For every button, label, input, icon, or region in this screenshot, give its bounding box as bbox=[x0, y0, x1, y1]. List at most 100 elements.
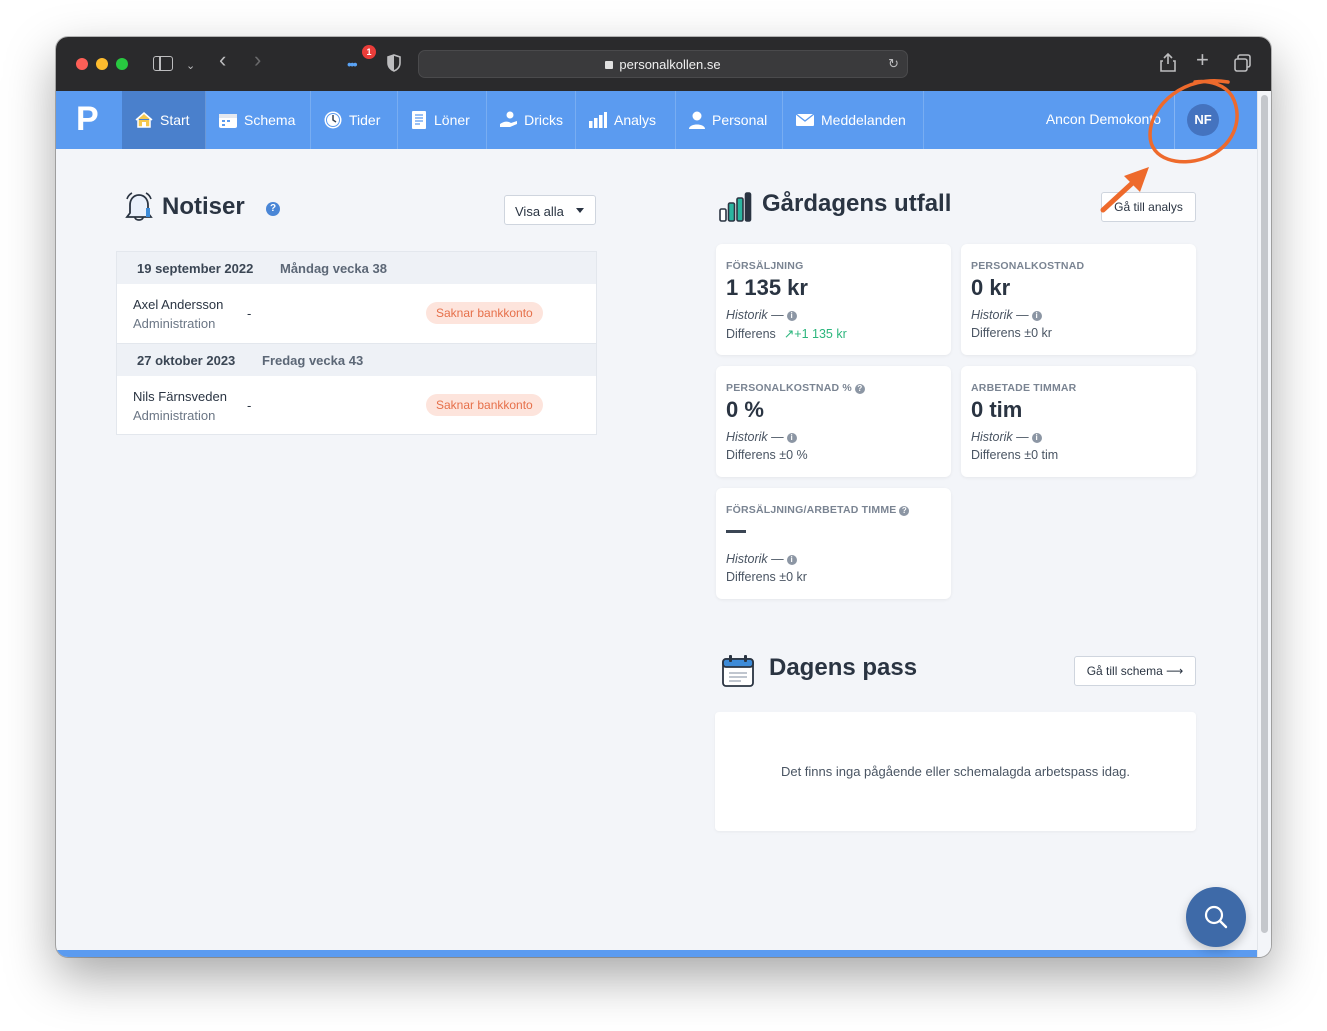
info-icon[interactable]: i bbox=[786, 555, 797, 565]
stat-card-sales: FÖRSÄLJNING 1 135 kr Historik — i Differe… bbox=[716, 244, 951, 355]
go-to-analysis-button[interactable]: Gå till analys bbox=[1101, 192, 1196, 222]
url-text: personalkollen.se bbox=[619, 57, 721, 72]
user-avatar[interactable]: NF bbox=[1187, 104, 1219, 136]
notis-person-name[interactable]: Axel Andersson bbox=[133, 297, 223, 312]
stat-history: Historik — i bbox=[971, 308, 1042, 322]
share-icon[interactable] bbox=[1160, 52, 1176, 72]
nav-label-schema: Schema bbox=[244, 112, 296, 128]
stat-history-label: Historik — bbox=[971, 308, 1029, 322]
help-icon[interactable]: ? bbox=[266, 202, 280, 216]
bar-chart-icon bbox=[589, 112, 607, 128]
help-icon[interactable]: ? bbox=[899, 506, 910, 516]
notis-week: Fredag vecka 43 bbox=[262, 353, 364, 368]
browser-toolbar: ⌄ ‹ › ••• 1 personalkollen.se ↻ + bbox=[56, 37, 1271, 91]
notis-date: 19 september 2022 bbox=[137, 261, 254, 276]
nav-divider bbox=[1174, 91, 1175, 149]
search-fab-button[interactable] bbox=[1186, 887, 1246, 947]
notiser-filter-value: Visa alla bbox=[515, 204, 564, 219]
bar-chart-icon bbox=[719, 192, 752, 222]
nav-label-loner: Löner bbox=[434, 112, 470, 128]
calendar-icon bbox=[219, 114, 237, 128]
notiser-list: 19 september 2022 Måndag vecka 38 Axel A… bbox=[116, 251, 597, 435]
notis-row[interactable]: Axel Andersson Administration - Saknar b… bbox=[117, 284, 596, 344]
extension-badge: 1 bbox=[362, 45, 376, 59]
stat-label: ARBETADE TIMMAR bbox=[971, 382, 1077, 394]
nav-item-meddelanden[interactable]: Meddelanden bbox=[783, 91, 924, 149]
app-navbar: P Start Schema Tider Löner Dricks Analys… bbox=[56, 91, 1257, 149]
zoom-window-button[interactable] bbox=[116, 58, 128, 70]
info-icon[interactable]: i bbox=[786, 311, 797, 321]
minimize-window-button[interactable] bbox=[96, 58, 108, 70]
stat-history-label: Historik — bbox=[726, 308, 784, 322]
back-icon[interactable]: ‹ bbox=[219, 49, 226, 71]
stat-history: Historik — i bbox=[726, 430, 797, 444]
company-name[interactable]: Ancon Demokonto bbox=[1046, 111, 1161, 127]
nav-item-loner[interactable]: Löner bbox=[398, 91, 487, 149]
stat-history: Historik — i bbox=[726, 308, 797, 322]
page-scrollbar[interactable] bbox=[1257, 91, 1271, 957]
notis-dash: - bbox=[247, 398, 252, 413]
reload-icon[interactable]: ↻ bbox=[888, 56, 899, 72]
notis-date: 27 oktober 2023 bbox=[137, 353, 236, 368]
stat-label: FÖRSÄLJNING bbox=[726, 260, 804, 272]
stat-label-text: PERSONALKOSTNAD % bbox=[726, 382, 852, 394]
nav-item-tider[interactable]: Tider bbox=[311, 91, 398, 149]
stat-value: 1 135 kr bbox=[726, 275, 808, 300]
stat-history: Historik — i bbox=[971, 430, 1042, 444]
nav-label-tider: Tider bbox=[349, 112, 381, 128]
notis-date-header: 27 oktober 2023 Fredag vecka 43 bbox=[117, 344, 596, 376]
shifts-card: Det finns inga pågående eller schemalagd… bbox=[715, 712, 1196, 831]
nav-item-personal[interactable]: Personal bbox=[676, 91, 783, 149]
stat-diff: Differens ±0 tim bbox=[971, 448, 1059, 462]
notis-date-header: 19 september 2022 Måndag vecka 38 bbox=[117, 252, 596, 284]
forward-icon[interactable]: › bbox=[254, 49, 261, 71]
notis-week: Måndag vecka 38 bbox=[280, 261, 387, 276]
notis-person-name[interactable]: Nils Färnsveden bbox=[133, 389, 227, 404]
password-extension-icon[interactable]: ••• bbox=[347, 54, 358, 74]
envelope-icon bbox=[795, 113, 815, 126]
notis-row[interactable]: Nils Färnsveden Administration - Saknar … bbox=[117, 376, 596, 436]
document-icon bbox=[412, 111, 426, 129]
info-icon[interactable]: i bbox=[1031, 311, 1042, 321]
clock-icon bbox=[324, 111, 342, 129]
nav-item-start[interactable]: Start bbox=[122, 91, 206, 149]
stat-card-staff-cost: PERSONALKOSTNAD 0 kr Historik — i Differe… bbox=[961, 244, 1196, 355]
close-window-button[interactable] bbox=[76, 58, 88, 70]
nav-label-personal: Personal bbox=[712, 112, 768, 128]
stat-diff: Differens ↗+1 135 kr bbox=[726, 326, 847, 341]
stat-card-staff-cost-percent: PERSONALKOSTNAD %? 0 % Historik — i Diffe… bbox=[716, 366, 951, 477]
stat-card-worked-hours: ARBETADE TIMMAR 0 tim Historik — i Differ… bbox=[961, 366, 1196, 477]
scrollbar-thumb[interactable] bbox=[1261, 95, 1268, 933]
info-icon[interactable]: i bbox=[1031, 433, 1042, 443]
bell-icon bbox=[125, 192, 153, 221]
notis-dash: - bbox=[247, 306, 252, 321]
help-icon[interactable]: ? bbox=[854, 384, 865, 394]
stat-label-text: FÖRSÄLJNING/ARBETAD TIMME bbox=[726, 504, 897, 516]
stat-diff: Differens ±0 kr bbox=[971, 326, 1052, 340]
tab-overview-icon[interactable] bbox=[1234, 54, 1252, 72]
stat-label: FÖRSÄLJNING/ARBETAD TIMME? bbox=[726, 504, 910, 516]
nav-label-meddelanden: Meddelanden bbox=[821, 112, 906, 128]
stat-label: PERSONALKOSTNAD %? bbox=[726, 382, 865, 394]
pass-title: Dagens pass bbox=[769, 654, 918, 681]
nav-item-schema[interactable]: Schema bbox=[206, 91, 311, 149]
notiser-filter-dropdown[interactable]: Visa alla bbox=[504, 195, 596, 225]
address-bar[interactable]: personalkollen.se ↻ bbox=[418, 50, 908, 78]
stat-value: 0 % bbox=[726, 397, 764, 422]
calendar-icon bbox=[722, 655, 754, 687]
caret-down-icon bbox=[576, 208, 584, 213]
go-to-schedule-button[interactable]: Gå till schema ⟶ bbox=[1074, 656, 1196, 686]
lock-icon bbox=[605, 61, 614, 69]
chevron-down-icon[interactable]: ⌄ bbox=[186, 56, 195, 76]
nav-item-analys[interactable]: Analys bbox=[576, 91, 676, 149]
privacy-shield-icon[interactable] bbox=[387, 54, 401, 72]
sidebar-toggle-icon[interactable] bbox=[153, 56, 173, 71]
new-tab-icon[interactable]: + bbox=[1196, 49, 1209, 71]
info-icon[interactable]: i bbox=[786, 433, 797, 443]
stat-history-label: Historik — bbox=[971, 430, 1029, 444]
utfall-title: Gårdagens utfall bbox=[762, 190, 952, 217]
stat-diff-label: Differens bbox=[726, 327, 776, 341]
app-logo[interactable]: P bbox=[76, 101, 99, 137]
stat-history: Historik — i bbox=[726, 552, 797, 566]
nav-item-dricks[interactable]: Dricks bbox=[487, 91, 576, 149]
